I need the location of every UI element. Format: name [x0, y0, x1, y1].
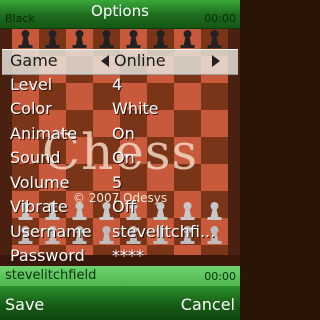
option-label: Volume [10, 173, 70, 192]
option-label: Animate [10, 124, 78, 143]
username-field[interactable]: stevelitchfi... [112, 222, 215, 241]
option-value: 5 [112, 173, 123, 192]
option-label: Level [10, 75, 53, 94]
option-label: Sound [10, 148, 61, 167]
option-label: Game [10, 51, 58, 70]
chess-board-background: Chess © 2007 Odesys Game Online Level 4 … [0, 29, 240, 268]
option-row-vibrate[interactable]: Vibrate Off [0, 196, 240, 220]
title-bar: Black Options 00:00 [0, 0, 240, 29]
softkey-bar: Save Cancel [0, 286, 240, 320]
option-label: Password [10, 246, 85, 265]
option-label: Color [10, 99, 52, 118]
arrow-right-icon[interactable] [212, 55, 220, 67]
option-label: Vibrate [10, 197, 68, 216]
status-bar: stevelitchfield 00:00 [0, 266, 240, 286]
cancel-button[interactable]: Cancel [181, 295, 235, 314]
option-value: 4 [112, 75, 123, 94]
save-button[interactable]: Save [5, 295, 44, 314]
option-row-username[interactable]: Username stevelitchfi... [0, 221, 240, 245]
option-value: On [112, 124, 135, 143]
arrow-left-icon[interactable] [101, 55, 109, 67]
status-time: 00:00 [204, 270, 236, 283]
option-row-sound[interactable]: Sound On [0, 147, 240, 171]
option-value: White [112, 99, 159, 118]
option-value: Online [114, 51, 166, 70]
option-value: Off [112, 197, 136, 216]
option-row-level[interactable]: Level 4 [0, 74, 240, 98]
option-value: On [112, 148, 135, 167]
option-row-volume[interactable]: Volume 5 [0, 172, 240, 196]
option-label: Username [10, 222, 92, 241]
option-row-animate[interactable]: Animate On [0, 123, 240, 147]
option-row-password[interactable]: Password **** [0, 245, 240, 268]
option-row-color[interactable]: Color White [0, 98, 240, 122]
status-username: stevelitchfield [5, 268, 97, 283]
clock-time: 00:00 [204, 12, 236, 25]
password-field[interactable]: **** [112, 246, 144, 265]
option-row-game[interactable]: Game Online [2, 49, 238, 75]
